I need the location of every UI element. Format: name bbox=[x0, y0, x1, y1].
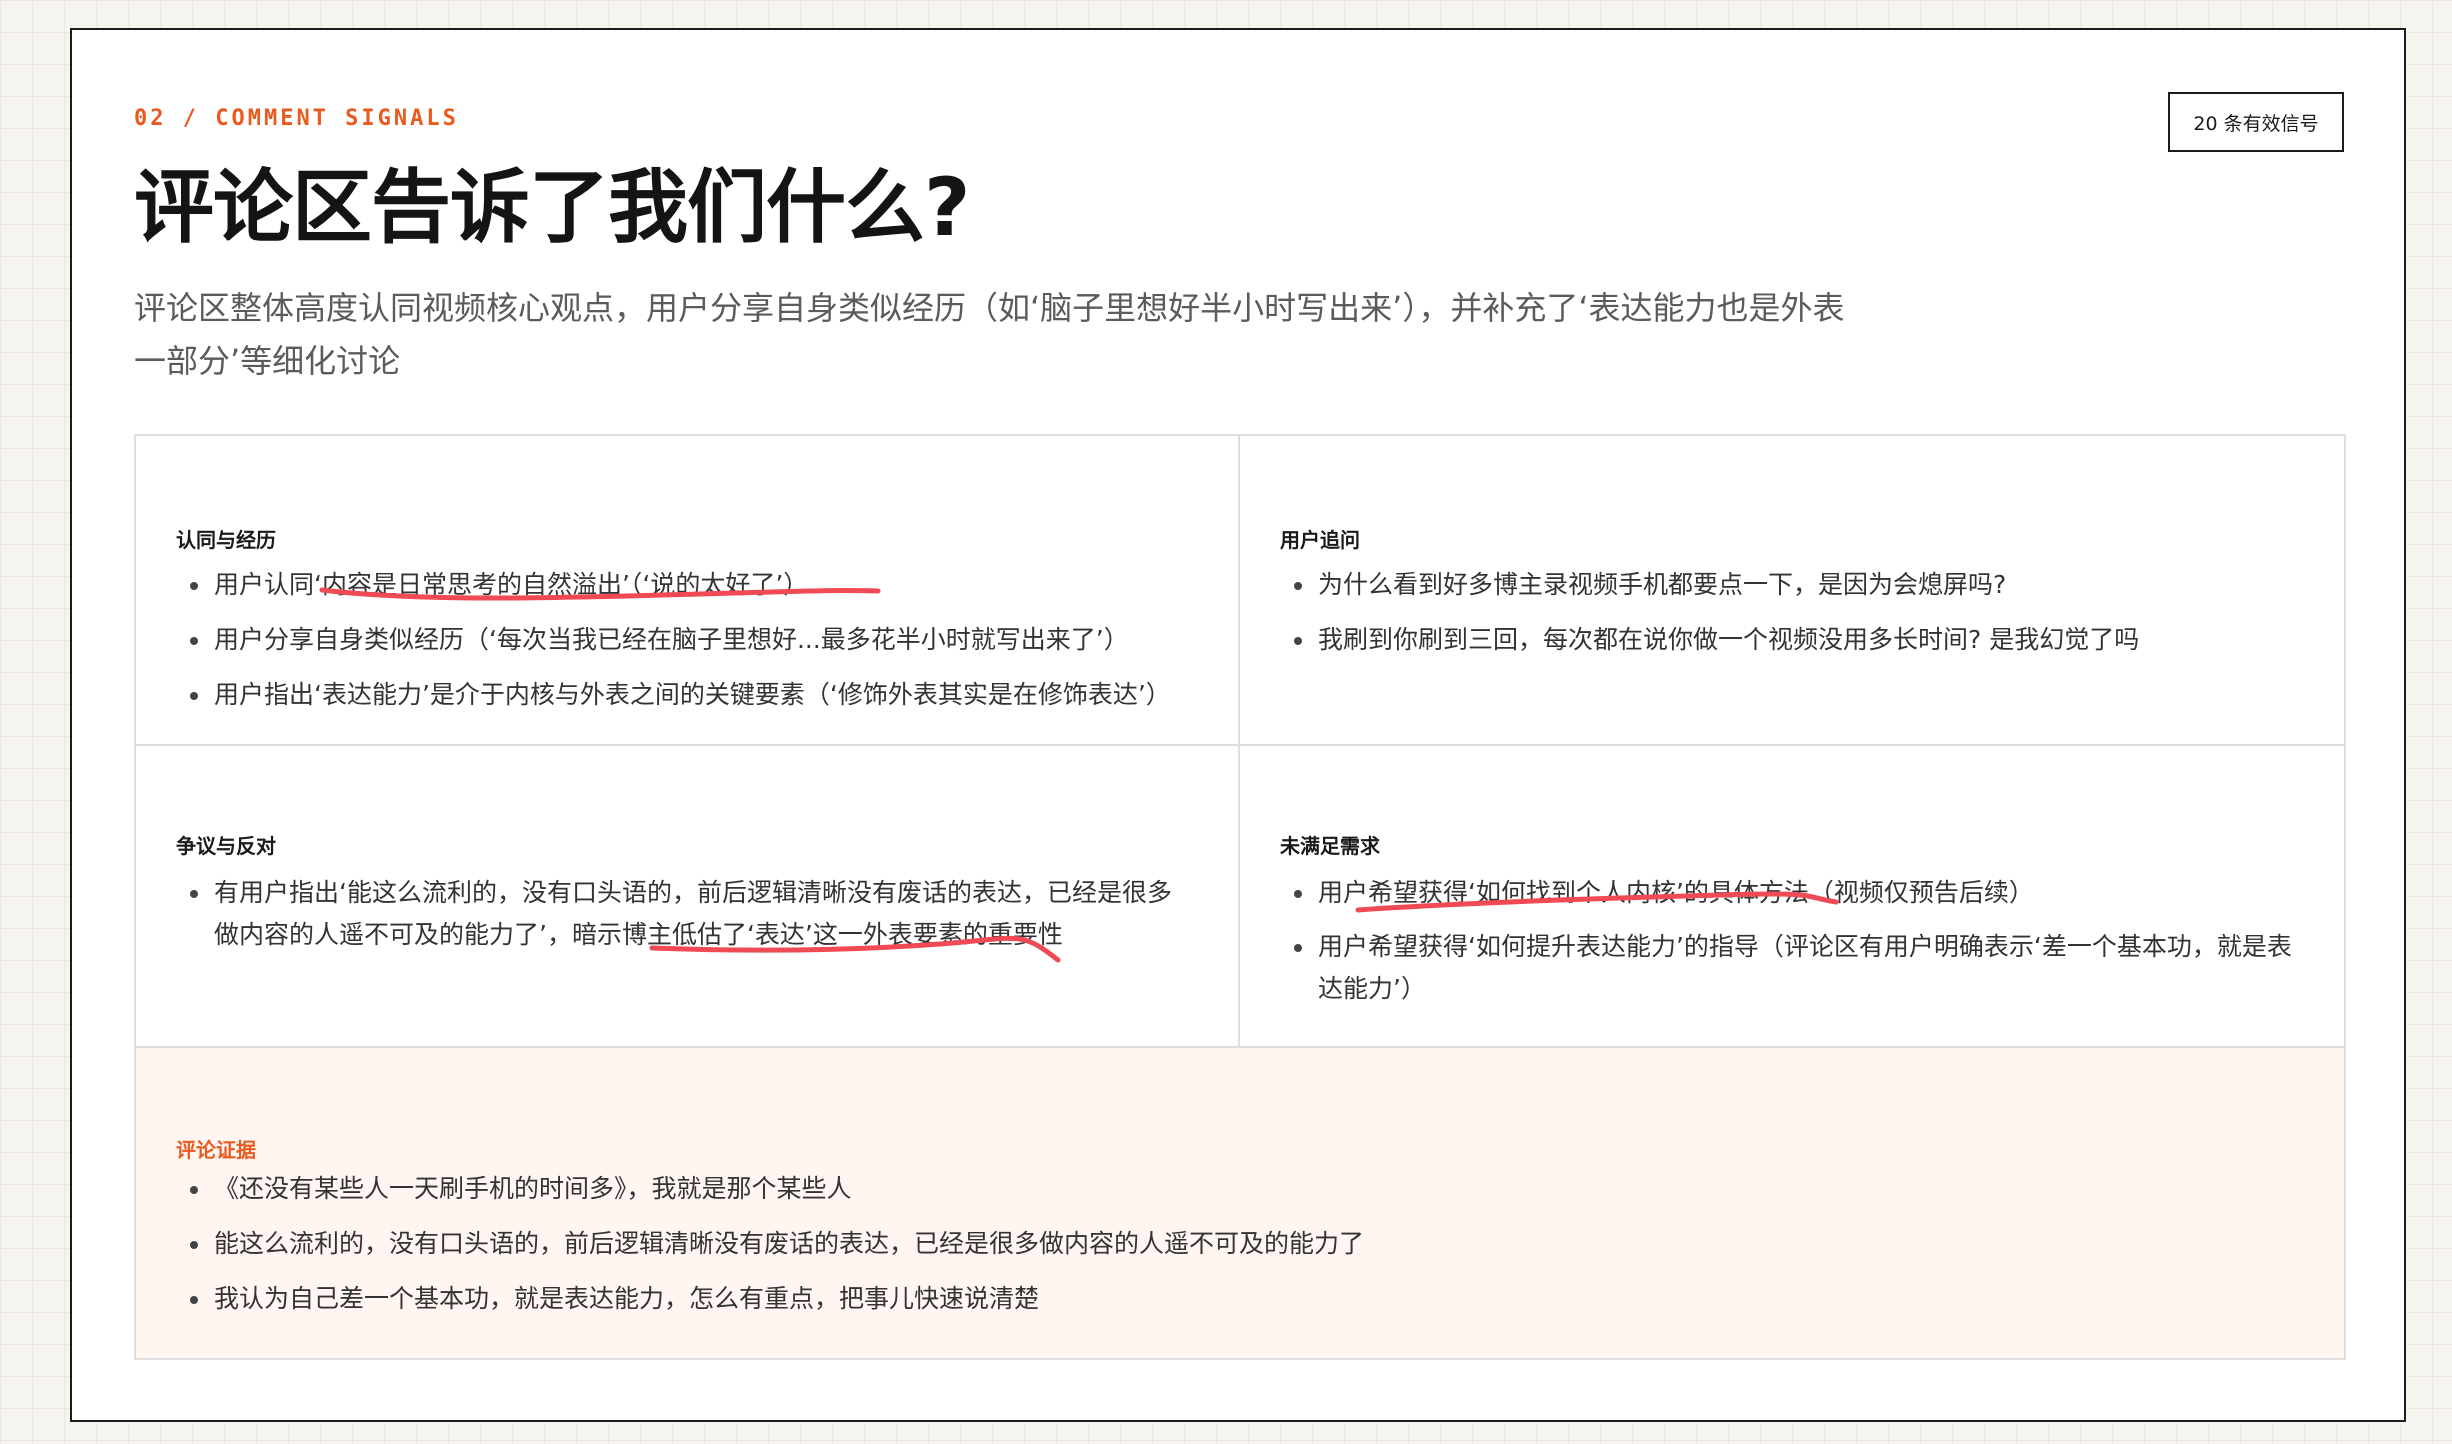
list-item: 有用户指出‘能这么流利的，没有口头语的，前后逻辑清晰没有废话的表达，已经是很多做… bbox=[176, 872, 1196, 956]
list-item: 《还没有某些人一天刷手机的时间多》，我就是那个某些人 bbox=[176, 1168, 2276, 1210]
card-disputes: 争议与反对 有用户指出‘能这么流利的，没有口头语的，前后逻辑清晰没有废话的表达，… bbox=[136, 746, 1240, 1048]
card-title: 用户追问 bbox=[1280, 528, 1360, 552]
card-agreement: 认同与经历 用户认同‘内容是日常思考的自然溢出’（‘说的太好了’） 用户分享自身… bbox=[136, 436, 1240, 746]
list-item: 我认为自己差一个基本功，就是表达能力，怎么有重点，把事儿快速说清楚 bbox=[176, 1278, 2276, 1320]
list-item: 用户指出‘表达能力’是介于内核与外表之间的关键要素（‘修饰外表其实是在修饰表达’… bbox=[176, 674, 1206, 716]
bullet-list: 《还没有某些人一天刷手机的时间多》，我就是那个某些人 能这么流利的，没有口头语的… bbox=[176, 1168, 2276, 1333]
section-kicker: 02 / COMMENT SIGNALS bbox=[134, 106, 459, 131]
signal-count-badge: 20 条有效信号 bbox=[2168, 92, 2344, 152]
list-item: 为什么看到好多博主录视频手机都要点一下，是因为会熄屏吗? bbox=[1280, 564, 2310, 606]
list-item: 我刷到你刷到三回，每次都在说你做一个视频没用多长时间? 是我幻觉了吗 bbox=[1280, 619, 2310, 661]
card-evidence: 评论证据 《还没有某些人一天刷手机的时间多》，我就是那个某些人 能这么流利的，没… bbox=[136, 1048, 2344, 1358]
signals-grid: 认同与经历 用户认同‘内容是日常思考的自然溢出’（‘说的太好了’） 用户分享自身… bbox=[134, 434, 2346, 1360]
card-title: 认同与经历 bbox=[176, 528, 276, 552]
list-item: 能这么流利的，没有口头语的，前后逻辑清晰没有废话的表达，已经是很多做内容的人遥不… bbox=[176, 1223, 2276, 1265]
list-item: 用户分享自身类似经历（‘每次当我已经在脑子里想好...最多花半小时就写出来了’） bbox=[176, 619, 1206, 661]
page-subtitle: 评论区整体高度认同视频核心观点，用户分享自身类似经历（如‘脑子里想好半小时写出来… bbox=[134, 289, 1845, 380]
bullet-list: 有用户指出‘能这么流利的，没有口头语的，前后逻辑清晰没有废话的表达，已经是很多做… bbox=[176, 872, 1196, 968]
bullet-list: 用户希望获得‘如何找到个人内核’的具体方法（视频仅预告后续） 用户希望获得‘如何… bbox=[1280, 872, 2300, 1022]
card-questions: 用户追问 为什么看到好多博主录视频手机都要点一下，是因为会熄屏吗? 我刷到你刷到… bbox=[1240, 436, 2344, 746]
card-unmet-needs: 未满足需求 用户希望获得‘如何找到个人内核’的具体方法（视频仅预告后续） 用户希… bbox=[1240, 746, 2344, 1048]
bullet-list: 为什么看到好多博主录视频手机都要点一下，是因为会熄屏吗? 我刷到你刷到三回，每次… bbox=[1280, 564, 2310, 674]
page-title: 评论区告诉了我们什么? bbox=[134, 161, 970, 254]
slide-card: 02 / COMMENT SIGNALS 20 条有效信号 评论区告诉了我们什么… bbox=[70, 28, 2406, 1422]
bullet-list: 用户认同‘内容是日常思考的自然溢出’（‘说的太好了’） 用户分享自身类似经历（‘… bbox=[176, 564, 1206, 729]
card-title: 评论证据 bbox=[176, 1138, 256, 1162]
list-item: 用户希望获得‘如何找到个人内核’的具体方法（视频仅预告后续） bbox=[1280, 872, 2300, 914]
list-item: 用户希望获得‘如何提升表达能力’的指导（评论区有用户明确表示‘差一个基本功，就是… bbox=[1280, 926, 2300, 1010]
card-title: 未满足需求 bbox=[1280, 834, 1380, 858]
list-item: 用户认同‘内容是日常思考的自然溢出’（‘说的太好了’） bbox=[176, 564, 1206, 606]
card-title: 争议与反对 bbox=[176, 834, 276, 858]
